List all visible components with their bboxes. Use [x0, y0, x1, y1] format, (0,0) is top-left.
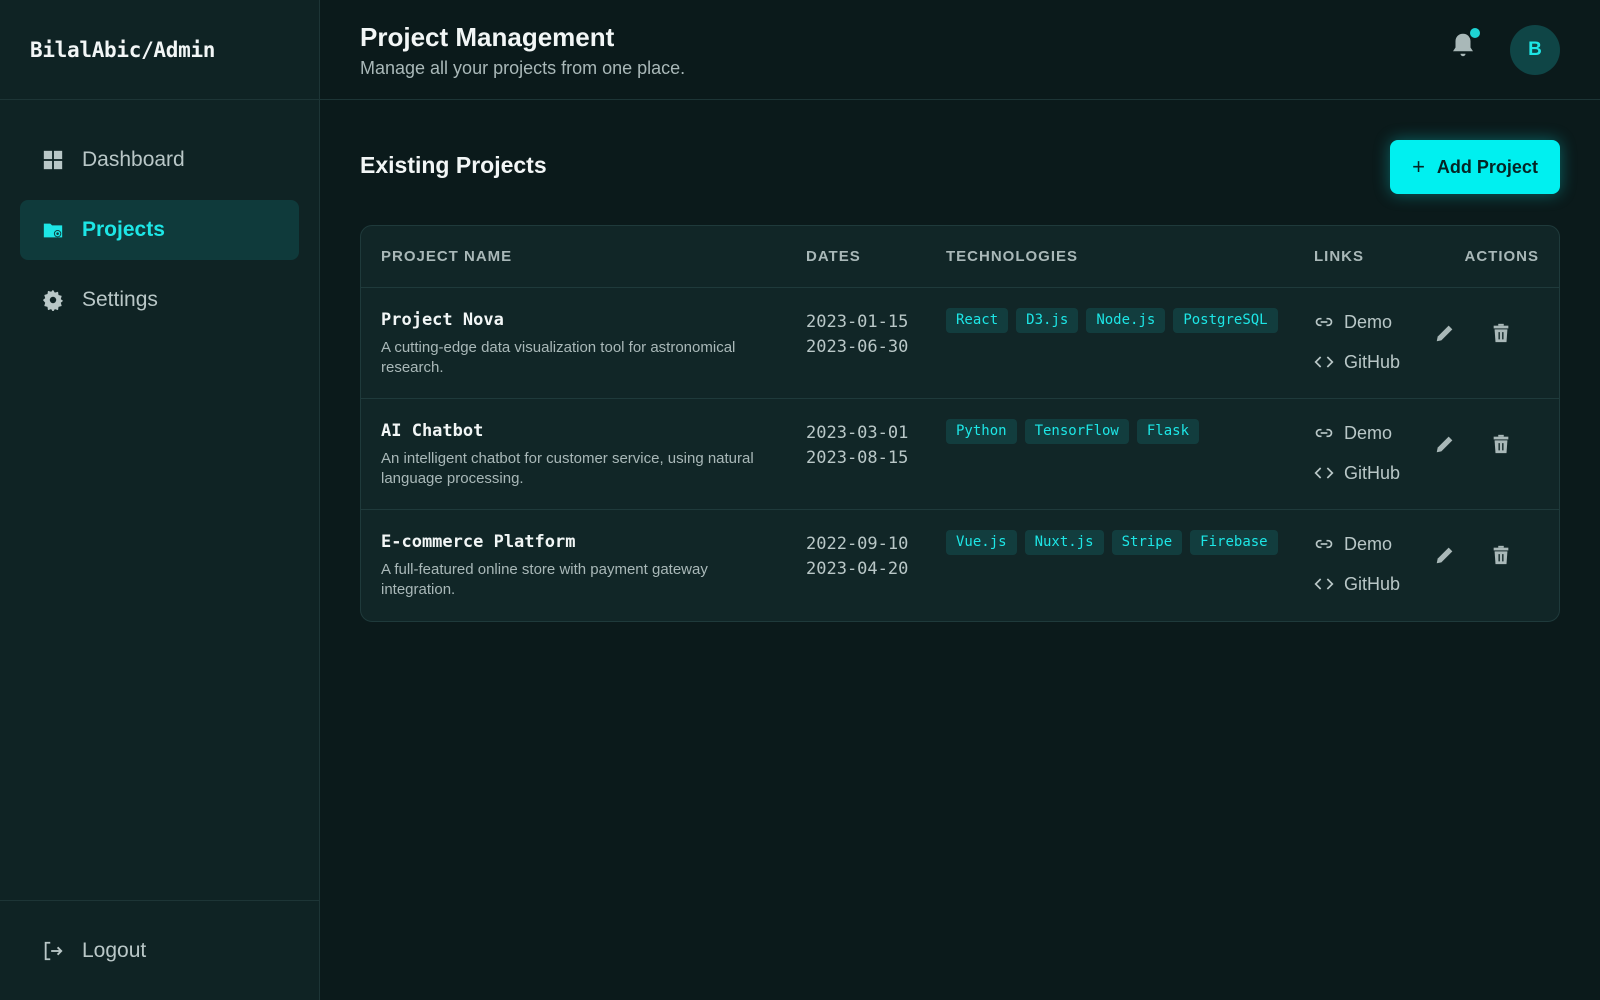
logout-label: Logout	[82, 938, 147, 962]
project-description: An intelligent chatbot for customer serv…	[381, 450, 754, 487]
sidebar: BilalAbic/Admin Dashboard Projects Setti…	[0, 0, 320, 1000]
github-link[interactable]: GitHub	[1314, 574, 1400, 594]
demo-link[interactable]: Demo	[1314, 534, 1400, 554]
add-project-button[interactable]: + Add Project	[1390, 140, 1560, 194]
tech-tag: TensorFlow	[1024, 419, 1129, 444]
table-row: Project Nova A cutting-edge data visuali…	[361, 288, 1559, 399]
sidebar-item-dashboard[interactable]: Dashboard	[20, 130, 299, 190]
top-header: Project Management Manage all your proje…	[320, 0, 1600, 100]
add-project-label: Add Project	[1436, 156, 1538, 177]
code-icon	[1314, 356, 1334, 368]
github-label: GitHub	[1344, 462, 1401, 483]
edit-icon[interactable]	[1434, 433, 1456, 455]
delete-icon[interactable]	[1490, 544, 1512, 566]
column-header: PROJECT NAME	[381, 248, 513, 265]
column-header: DATES	[806, 248, 861, 265]
demo-label: Demo	[1344, 311, 1393, 332]
column-header: ACTIONS	[1464, 248, 1539, 265]
tech-tag: PostgreSQL	[1173, 308, 1278, 333]
logout-button[interactable]: Logout	[20, 921, 299, 981]
section-title: Existing Projects	[360, 152, 547, 178]
project-description: A cutting-edge data visualization tool f…	[381, 339, 736, 376]
notification-badge	[1468, 26, 1482, 40]
project-name: E-commerce Platform	[381, 532, 576, 552]
column-header: LINKS	[1314, 248, 1364, 265]
table-header: PROJECT NAME DATES TECHNOLOGIES LINKS AC…	[361, 226, 1559, 288]
github-label: GitHub	[1344, 351, 1401, 372]
link-icon	[1315, 539, 1333, 549]
edit-icon[interactable]	[1434, 322, 1456, 344]
demo-link[interactable]: Demo	[1314, 312, 1400, 332]
sidebar-item-projects[interactable]: Projects	[20, 200, 299, 260]
delete-icon[interactable]	[1490, 322, 1512, 344]
tech-tag: Node.js	[1086, 308, 1166, 333]
tech-tag: Python	[946, 419, 1017, 444]
avatar[interactable]: B	[1510, 25, 1560, 75]
sidebar-nav: Dashboard Projects Settings	[0, 130, 319, 330]
demo-link[interactable]: Demo	[1314, 423, 1400, 443]
project-description: A full-featured online store with paymen…	[381, 561, 708, 598]
table-row: AI Chatbot An intelligent chatbot for cu…	[361, 399, 1559, 510]
tech-tag: React	[946, 308, 1009, 333]
plus-icon: +	[1412, 154, 1425, 179]
link-icon	[1315, 317, 1333, 327]
project-name: AI Chatbot	[381, 421, 484, 441]
tech-tag: Stripe	[1111, 530, 1183, 555]
page-title: Project Management	[360, 22, 615, 52]
edit-icon[interactable]	[1434, 544, 1456, 566]
github-link[interactable]: GitHub	[1314, 463, 1400, 483]
start-date: 2023-03-01	[806, 423, 909, 443]
brand-logo[interactable]: BilalAbic/Admin	[0, 0, 319, 100]
tech-tags: React D3.js Node.js PostgreSQL	[946, 308, 1306, 341]
github-link[interactable]: GitHub	[1314, 352, 1400, 372]
sidebar-item-label: Settings	[82, 288, 158, 311]
sidebar-item-settings[interactable]: Settings	[20, 270, 299, 330]
end-date: 2023-06-30	[806, 337, 909, 357]
logout-icon	[42, 940, 64, 962]
end-date: 2023-08-15	[806, 448, 909, 468]
start-date: 2023-01-15	[806, 312, 909, 332]
project-name: Project Nova	[381, 310, 504, 330]
tech-tag: Vue.js	[946, 530, 1017, 555]
end-date: 2023-04-20	[806, 559, 909, 579]
sidebar-item-label: Projects	[82, 218, 165, 241]
delete-icon[interactable]	[1490, 433, 1512, 455]
link-icon	[1315, 428, 1333, 438]
table-row: E-commerce Platform A full-featured onli…	[361, 510, 1559, 621]
github-label: GitHub	[1344, 573, 1401, 594]
tech-tag: Firebase	[1190, 530, 1278, 555]
column-header: TECHNOLOGIES	[946, 248, 1079, 265]
sidebar-footer: Logout	[0, 900, 319, 1000]
tech-tags: Python TensorFlow Flask	[946, 419, 1306, 452]
demo-label: Demo	[1344, 533, 1393, 554]
page-subtitle: Manage all your projects from one place.	[360, 58, 686, 78]
dashboard-icon	[42, 149, 64, 171]
tech-tag: D3.js	[1016, 308, 1079, 333]
tech-tags: Vue.js Nuxt.js Stripe Firebase	[946, 530, 1306, 563]
sidebar-item-label: Dashboard	[82, 148, 185, 171]
tech-tag: Nuxt.js	[1024, 530, 1104, 555]
folder-icon	[42, 219, 64, 241]
tech-tag: Flask	[1136, 419, 1200, 444]
gear-icon	[42, 289, 64, 311]
projects-table: PROJECT NAME DATES TECHNOLOGIES LINKS AC…	[360, 225, 1560, 622]
code-icon	[1314, 578, 1334, 590]
demo-label: Demo	[1344, 422, 1393, 443]
code-icon	[1314, 467, 1334, 479]
start-date: 2022-09-10	[806, 534, 909, 554]
